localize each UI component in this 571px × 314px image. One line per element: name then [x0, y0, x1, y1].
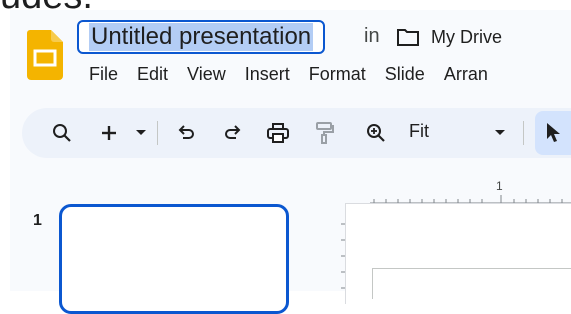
slide-thumbnail[interactable]	[59, 204, 289, 314]
ruler-mark-label: 1	[496, 179, 503, 193]
undo-icon	[178, 125, 194, 139]
menu-file[interactable]: File	[89, 64, 118, 85]
menu-slide[interactable]: Slide	[385, 64, 425, 85]
menu-view[interactable]: View	[187, 64, 226, 85]
redo-button[interactable]	[221, 108, 245, 158]
menu-format[interactable]: Format	[309, 64, 366, 85]
dropdown-icon	[136, 130, 146, 135]
zoom-button[interactable]	[364, 108, 388, 158]
paint-format-button[interactable]	[313, 108, 337, 158]
search-icon	[53, 124, 71, 142]
zoom-icon	[367, 124, 385, 142]
menu-bar: File Edit View Insert Format Slide Arran	[89, 64, 507, 85]
toolbar-divider	[523, 121, 524, 145]
zoom-level-select[interactable]: Fit	[409, 121, 429, 142]
menu-edit[interactable]: Edit	[137, 64, 168, 85]
document-title-text: Untitled presentation	[89, 23, 314, 51]
menu-arrange[interactable]: Arran	[444, 64, 488, 85]
chevron-down-icon	[495, 130, 505, 135]
slide-page[interactable]	[372, 268, 571, 299]
undo-button[interactable]	[174, 108, 198, 158]
slides-logo-icon[interactable]	[27, 30, 63, 80]
location-folder[interactable]: My Drive	[431, 27, 502, 48]
search-menus-button[interactable]	[50, 108, 74, 158]
new-slide-dropdown[interactable]	[133, 108, 149, 158]
folder-icon[interactable]	[397, 28, 419, 46]
location-prefix: in	[364, 25, 380, 47]
new-slide-icon	[102, 126, 116, 140]
select-icon	[547, 123, 560, 142]
toolbar-divider	[157, 121, 158, 145]
select-tool-button[interactable]	[535, 111, 571, 155]
menu-insert[interactable]: Insert	[245, 64, 290, 85]
horizontal-ruler	[370, 195, 571, 204]
print-icon	[267, 123, 289, 143]
redo-icon	[225, 125, 241, 139]
zoom-dropdown[interactable]	[492, 108, 508, 158]
new-slide-button[interactable]	[97, 108, 121, 158]
print-button[interactable]	[266, 108, 290, 158]
paint-format-icon	[316, 122, 334, 144]
slide-number: 1	[33, 212, 42, 229]
document-title-field[interactable]: Untitled presentation	[77, 20, 326, 54]
